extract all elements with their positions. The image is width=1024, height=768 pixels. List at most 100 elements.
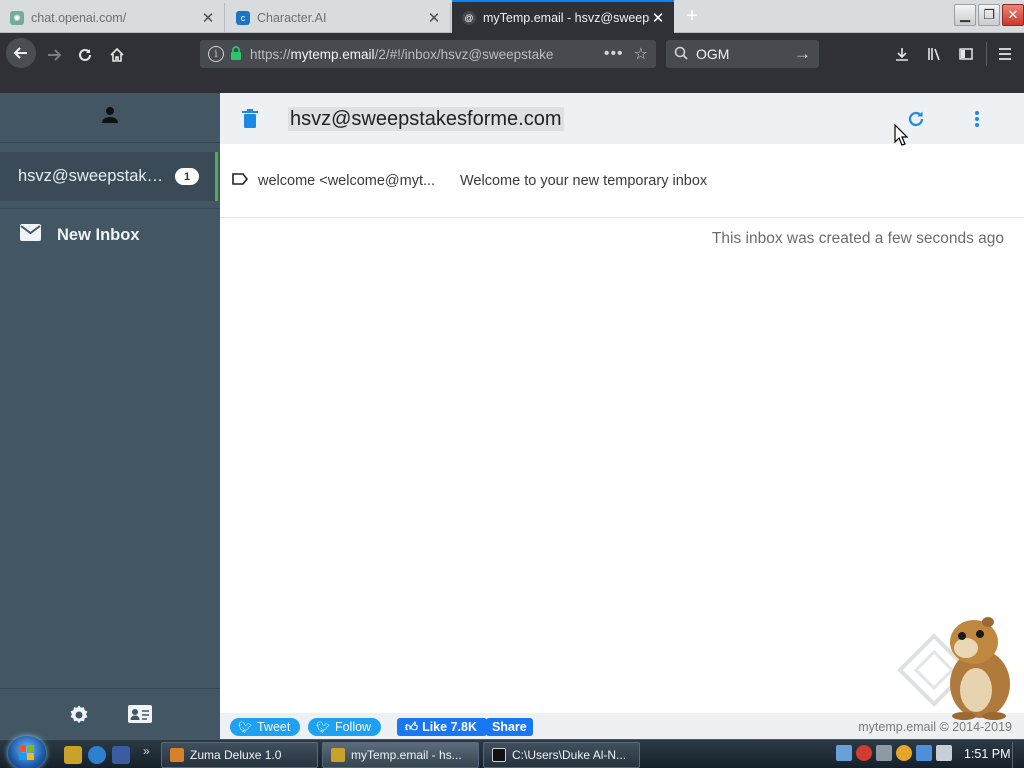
tab-character-ai[interactable]: c Character.AI ✕ (226, 3, 451, 33)
tray-network-icon[interactable] (916, 745, 932, 761)
browser-tab-strip: ✺ chat.openai.com/ ✕ c Character.AI ✕ @ … (0, 0, 1024, 33)
facebook-like-button[interactable]: 👍︎ Like 7.8K (397, 718, 487, 736)
library-icon[interactable] (923, 43, 945, 65)
zuma-app-icon (170, 748, 184, 762)
search-bar[interactable]: OGM → (666, 40, 819, 68)
show-desktop-button[interactable] (1012, 742, 1024, 768)
inbox-address: hsvz@sweepstakes... (18, 167, 169, 185)
quicklaunch-browser-icon[interactable] (88, 746, 106, 764)
contact-card-icon[interactable] (128, 704, 152, 729)
tray-app-icon[interactable] (876, 745, 892, 761)
taskbar-item-zuma[interactable]: Zuma Deluxe 1.0 (161, 742, 318, 768)
message-sender: welcome <welcome@myt... (258, 172, 436, 189)
windows-taskbar: » Zuma Deluxe 1.0 myTemp.email - hs... C… (0, 736, 1024, 768)
follow-label: Follow (334, 720, 372, 734)
task-label: myTemp.email - hs... (351, 748, 462, 762)
mouse-pointer-icon (894, 124, 908, 146)
browser-app-icon (331, 748, 345, 762)
toolbar-divider (986, 42, 987, 66)
site-info-icon[interactable]: i (208, 46, 224, 62)
download-icon[interactable] (891, 43, 913, 65)
copyright-text: mytemp.email © 2014-2019 (858, 720, 1012, 734)
sidebar-divider (0, 208, 220, 209)
label-tag-icon[interactable] (232, 172, 249, 189)
tab-mytemp-email[interactable]: @ myTemp.email - hsvz@sweeps ✕ (452, 0, 674, 33)
tweet-label: Tweet (256, 720, 291, 734)
bookmark-star-icon[interactable]: ☆ (634, 44, 648, 64)
sidebar-item-inbox[interactable]: hsvz@sweepstakes... 1 (0, 152, 218, 201)
hamburger-menu-icon[interactable] (994, 43, 1016, 65)
task-label: Zuma Deluxe 1.0 (190, 748, 282, 762)
tray-error-icon[interactable] (856, 745, 872, 761)
hamster-mascot-image (896, 612, 1024, 720)
quicklaunch-overflow-icon[interactable]: » (143, 744, 150, 758)
url-path: /2/#!/inbox/hsvz@sweepstake (374, 46, 554, 62)
trash-icon[interactable] (242, 109, 258, 133)
reload-icon[interactable] (71, 41, 99, 69)
inbox-address-title[interactable]: hsvz@sweepstakesforme.com (288, 107, 564, 131)
back-arrow-icon[interactable] (6, 38, 36, 68)
search-go-arrow-icon[interactable]: → (794, 44, 811, 64)
user-icon[interactable] (101, 106, 119, 129)
forward-arrow-icon[interactable] (40, 41, 68, 69)
taskbar-clock[interactable]: 1:51 PM (964, 747, 1011, 761)
new-tab-icon[interactable]: + (680, 4, 704, 28)
url-domain: mytemp.email (290, 46, 375, 62)
browser-toolbar: i https://mytemp.email/2/#!/inbox/hsvz@s… (0, 33, 1024, 93)
page-actions-icon[interactable]: ••• (604, 45, 624, 63)
tab-close-icon[interactable]: ✕ (426, 10, 442, 27)
tab-title: Character.AI (257, 11, 327, 25)
mytemp-favicon-icon: @ (462, 10, 476, 25)
new-inbox-button[interactable]: New Inbox (20, 224, 140, 246)
unread-count-badge: 1 (175, 168, 199, 185)
like-label: Like 7.8K (422, 720, 477, 734)
quicklaunch-desktop-icon[interactable] (112, 746, 130, 764)
character-ai-favicon-icon: c (236, 11, 250, 25)
message-row[interactable]: welcome <welcome@myt... Welcome to your … (220, 144, 1024, 218)
url-prefix: https:// (250, 46, 291, 62)
home-icon[interactable] (103, 41, 131, 69)
twitter-bird-icon: 🐦︎ (316, 721, 330, 734)
search-icon (674, 46, 688, 63)
more-options-icon[interactable] (974, 110, 980, 133)
thumbs-up-icon: 👍︎ (405, 719, 419, 734)
openai-favicon-icon: ✺ (10, 11, 24, 25)
window-restore-button[interactable]: ❐ (978, 4, 1000, 26)
tray-app-icon[interactable] (836, 745, 852, 761)
window-minimize-button[interactable]: ▁ (954, 4, 976, 26)
url-text[interactable]: https://mytemp.email/2/#!/inbox/hsvz@swe… (250, 47, 598, 62)
sidebar-footer (0, 688, 220, 739)
tweet-button[interactable]: 🐦︎ Tweet (230, 718, 301, 736)
account-header[interactable] (0, 93, 220, 143)
system-tray (836, 745, 952, 761)
console-app-icon (492, 748, 506, 762)
sidebar-toggle-icon[interactable] (955, 43, 977, 65)
tab-chat-openai[interactable]: ✺ chat.openai.com/ ✕ (0, 3, 225, 33)
quicklaunch-app-icon[interactable] (64, 746, 82, 764)
gear-icon[interactable] (68, 704, 90, 731)
share-label: Share (492, 720, 527, 734)
tray-speaker-icon[interactable] (936, 745, 952, 761)
tab-close-icon[interactable]: ✕ (200, 10, 216, 27)
tray-search-icon[interactable] (896, 745, 912, 761)
taskbar-item-console[interactable]: C:\Users\Duke Al-N... (483, 742, 640, 768)
tab-title: myTemp.email - hsvz@sweeps (483, 10, 650, 25)
padlock-icon[interactable] (230, 45, 242, 63)
search-input[interactable]: OGM (696, 46, 794, 62)
new-inbox-label: New Inbox (57, 225, 140, 244)
twitter-bird-icon: 🐦︎ (238, 721, 252, 734)
follow-button[interactable]: 🐦︎ Follow (308, 718, 382, 736)
message-subject: Welcome to your new temporary inbox (460, 172, 708, 189)
taskbar-item-mytemp[interactable]: myTemp.email - hs... (322, 742, 479, 768)
task-label: C:\Users\Duke Al-N... (512, 748, 627, 762)
tab-close-icon[interactable]: ✕ (650, 10, 666, 27)
mail-envelope-icon (20, 224, 41, 246)
url-bar[interactable]: i https://mytemp.email/2/#!/inbox/hsvz@s… (200, 40, 656, 68)
windows-logo-icon (19, 745, 34, 760)
refresh-icon[interactable] (906, 109, 926, 134)
facebook-share-button[interactable]: Share (486, 718, 533, 736)
start-button[interactable] (8, 736, 46, 768)
tab-title: chat.openai.com/ (31, 11, 127, 25)
window-close-button[interactable]: ✕ (1002, 4, 1024, 26)
sidebar: hsvz@sweepstakes... 1 New Inbox (0, 93, 220, 739)
